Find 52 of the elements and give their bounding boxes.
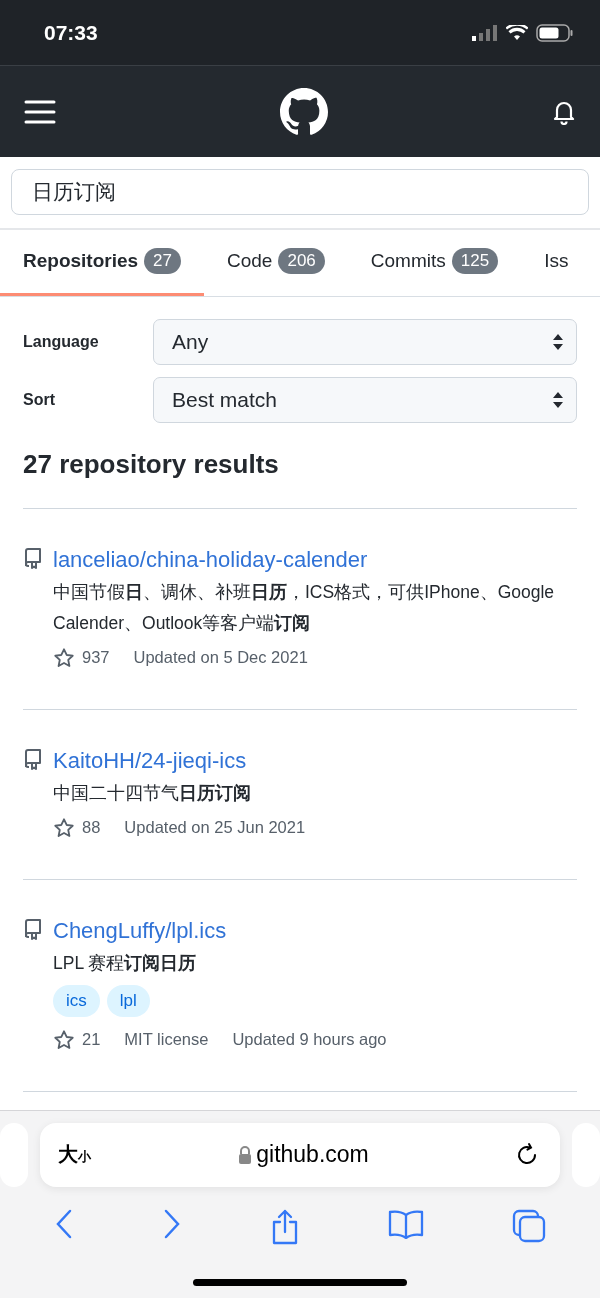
- repository-description: 中国二十四节气日历订阅: [53, 781, 252, 805]
- repository-description: 中国节假日、调休、补班日历，ICS格式，可供IPhone、Google Calender、Outlook等客户端订阅: [53, 580, 556, 635]
- address-bar[interactable]: 大小 github.com: [40, 1122, 560, 1187]
- star-icon: [53, 646, 75, 669]
- repository-icon: [23, 917, 43, 940]
- updown-caret-icon: [552, 390, 564, 409]
- search-tab[interactable]: Code 206: [204, 230, 348, 296]
- wifi-icon: [506, 24, 528, 41]
- repository-link[interactable]: ChengLuffy/lpl.ics: [53, 917, 227, 943]
- search-tab[interactable]: Commits 125: [347, 230, 522, 296]
- star-count: 88: [82, 818, 101, 837]
- menu-icon[interactable]: [24, 99, 56, 124]
- tab-label: Iss: [544, 250, 569, 273]
- filter-select[interactable]: Any: [153, 318, 577, 365]
- updown-caret-icon: [552, 332, 564, 351]
- share-icon[interactable]: [270, 1208, 300, 1245]
- updated-text: Updated on 5 Dec 2021: [133, 648, 308, 667]
- repository-icon: [23, 747, 43, 770]
- search-tab[interactable]: Iss: [521, 230, 569, 296]
- repository-icon: [23, 546, 43, 569]
- status-time: 07:33: [44, 20, 98, 45]
- filter-label: Language: [23, 332, 100, 351]
- repository-link[interactable]: KaitoHH/24-jieqi-ics: [53, 747, 247, 773]
- tabs-icon[interactable]: [512, 1208, 546, 1245]
- topic-tag[interactable]: ics: [53, 984, 100, 1017]
- star-count: 21: [82, 1030, 101, 1049]
- repository-link[interactable]: lanceliao/china-holiday-calender: [53, 546, 368, 572]
- signal-icon: [472, 24, 498, 41]
- count-badge: 125: [451, 248, 499, 275]
- tab-label: Repositories: [23, 250, 139, 273]
- tab-label: Commits: [370, 250, 446, 273]
- star-count: 937: [82, 648, 110, 667]
- license-text: MIT license: [124, 1030, 209, 1049]
- search-field[interactable]: 日历订阅: [11, 169, 589, 216]
- tab-label: Code: [227, 250, 273, 273]
- count-badge: 27: [144, 248, 181, 275]
- url-text: github.com: [256, 1141, 369, 1168]
- star-icon: [53, 1028, 75, 1051]
- updated-text: Updated on 25 Jun 2021: [124, 818, 306, 837]
- battery-icon: [536, 23, 574, 42]
- text-size-button[interactable]: 大小: [58, 1141, 91, 1168]
- filter-select[interactable]: Best match: [153, 376, 577, 423]
- lock-icon: [238, 1145, 253, 1164]
- count-badge: 206: [278, 248, 325, 275]
- filter-label: Sort: [23, 390, 56, 409]
- star-icon: [53, 816, 75, 839]
- topic-tag[interactable]: lpl: [106, 984, 150, 1017]
- results-heading: 27 repository results: [23, 448, 280, 480]
- cat-logo-icon[interactable]: [280, 87, 328, 136]
- search-tab[interactable]: Repositories 27: [0, 230, 204, 296]
- updated-text: Updated 9 hours ago: [232, 1030, 387, 1049]
- repository-description: LPL 赛程订阅日历: [53, 951, 198, 975]
